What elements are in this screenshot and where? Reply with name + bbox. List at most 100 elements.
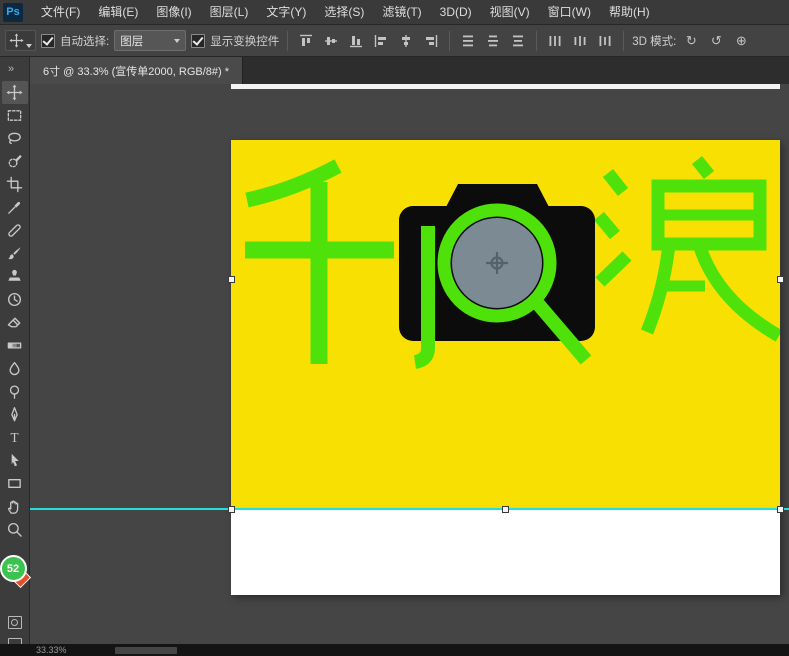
menu-select[interactable]: 选择(S) (315, 0, 373, 25)
options-bar: 自动选择: 图层 显示变换控件 3D 模式: ↻ ↺ ⊕ (0, 25, 789, 57)
separator (623, 30, 625, 51)
type-tool-icon: T (10, 430, 18, 445)
align-left-button[interactable] (371, 30, 391, 52)
transform-handle-right[interactable] (777, 276, 784, 283)
chevron-down-icon (26, 44, 32, 48)
align-top-button[interactable] (296, 30, 316, 52)
3d-pan-icon[interactable]: ⊕ (731, 30, 751, 52)
brush-icon (8, 247, 21, 260)
gradient-icon (7, 342, 22, 349)
transform-handle-left[interactable] (228, 276, 235, 283)
transform-handle-bottom-center[interactable] (502, 506, 509, 513)
healing-brush-icon (8, 224, 21, 237)
align-right-button[interactable] (421, 30, 441, 52)
menu-help[interactable]: 帮助(H) (600, 0, 659, 25)
clone-stamp-tool[interactable] (2, 265, 28, 288)
tool-preset-picker[interactable] (5, 30, 36, 51)
auto-select-target-value: 图层 (120, 35, 144, 48)
menu-type[interactable]: 文字(Y) (257, 0, 315, 25)
distribute-top-button[interactable] (458, 30, 478, 52)
spot-healing-brush-tool[interactable] (2, 219, 28, 242)
mode-3d-label: 3D 模式: (632, 35, 677, 48)
type-tool[interactable]: T (2, 426, 28, 449)
eraser-tool[interactable] (2, 311, 28, 334)
distribute-left-button[interactable] (545, 30, 565, 52)
marquee-icon (7, 110, 22, 121)
document-tab[interactable]: 6寸 @ 33.3% (宣传单2000, RGB/8#) * (30, 57, 244, 84)
lasso-tool[interactable] (2, 127, 28, 150)
char-lang (594, 155, 783, 342)
show-transform-label: 显示变换控件 (210, 35, 280, 48)
dodge-tool[interactable] (2, 380, 28, 403)
3d-roll-icon[interactable]: ↺ (706, 30, 726, 52)
pen-tool[interactable] (2, 403, 28, 426)
distribute-horizontal-center-button[interactable] (570, 30, 590, 52)
show-transform-checkbox[interactable] (191, 33, 206, 48)
separator (536, 30, 538, 51)
gradient-tool[interactable] (2, 334, 28, 357)
auto-select-target-dropdown[interactable]: 图层 (114, 30, 187, 51)
svg-text:T: T (10, 430, 18, 445)
transform-handle-bottom-left[interactable] (228, 506, 235, 513)
transform-handle-bottom-right[interactable] (777, 506, 784, 513)
3d-rotate-icon[interactable]: ↻ (681, 30, 701, 52)
lasso-icon (8, 132, 21, 145)
eyedropper-icon (8, 201, 21, 214)
menu-bar: Ps 文件(F) 编辑(E) 图像(I) 图层(L) 文字(Y) 选择(S) 滤… (0, 0, 789, 25)
hand-tool[interactable] (2, 495, 28, 518)
yellow-layer[interactable]: 千 浪 (230, 139, 783, 511)
menu-window[interactable]: 窗口(W) (539, 0, 600, 25)
align-vertical-center-button[interactable] (321, 30, 341, 52)
document-white-area[interactable] (231, 510, 780, 595)
foreground-color-swatch[interactable]: 52 (0, 555, 27, 582)
menu-edit[interactable]: 编辑(E) (89, 0, 147, 25)
menu-image[interactable]: 图像(I) (147, 0, 200, 25)
menu-3d[interactable]: 3D(D) (431, 0, 481, 25)
rectangular-marquee-tool[interactable] (2, 104, 28, 127)
menu-filter[interactable]: 滤镜(T) (373, 0, 430, 25)
align-vertical-center-icon (325, 36, 338, 45)
menu-view[interactable]: 视图(V) (481, 0, 539, 25)
auto-select-checkbox[interactable] (41, 33, 55, 48)
menu-file[interactable]: 文件(F) (32, 0, 89, 25)
eraser-icon (7, 317, 21, 328)
toolbar-collapse-button[interactable]: » (0, 57, 14, 81)
quick-mask-button[interactable] (7, 616, 22, 629)
path-selection-icon (11, 453, 19, 467)
eyedropper-tool[interactable] (2, 196, 28, 219)
align-bottom-icon (350, 35, 363, 47)
quick-selection-tool[interactable] (2, 150, 28, 173)
document-tab-bar: 6寸 @ 33.3% (宣传单2000, RGB/8#) * (30, 57, 789, 84)
document-top-edge (231, 84, 780, 89)
guide-line[interactable] (30, 508, 789, 510)
separator (287, 30, 289, 51)
rectangle-shape-tool[interactable] (2, 472, 28, 495)
clone-stamp-icon (8, 269, 21, 281)
crop-tool[interactable] (2, 173, 28, 196)
zoom-tool[interactable] (2, 518, 28, 541)
align-bottom-button[interactable] (346, 30, 366, 52)
crop-icon (6, 176, 23, 193)
history-brush-icon (7, 292, 22, 307)
move-tool-icon (9, 33, 24, 48)
distribute-bottom-button[interactable] (508, 30, 528, 52)
logo-artwork (245, 155, 783, 369)
brush-tool[interactable] (2, 242, 28, 265)
align-horizontal-center-button[interactable] (396, 30, 416, 52)
chevron-down-icon (174, 38, 181, 43)
menu-layer[interactable]: 图层(L) (201, 0, 258, 25)
distribute-right-button[interactable] (595, 30, 615, 52)
history-brush-tool[interactable] (2, 288, 28, 311)
rectangle-shape-icon (8, 479, 21, 488)
hand-icon (7, 500, 19, 514)
distribute-vertical-center-button[interactable] (483, 30, 503, 52)
pen-icon (11, 407, 18, 422)
move-tool[interactable] (1, 81, 28, 104)
blur-tool[interactable] (2, 357, 28, 380)
path-selection-tool[interactable] (2, 449, 28, 472)
dodge-icon (9, 385, 20, 399)
zoom-level[interactable]: 33.33% (36, 645, 67, 655)
align-horizontal-center-icon (402, 34, 411, 47)
document-canvas[interactable]: 千 浪 (30, 84, 789, 644)
align-top-icon (300, 34, 313, 46)
